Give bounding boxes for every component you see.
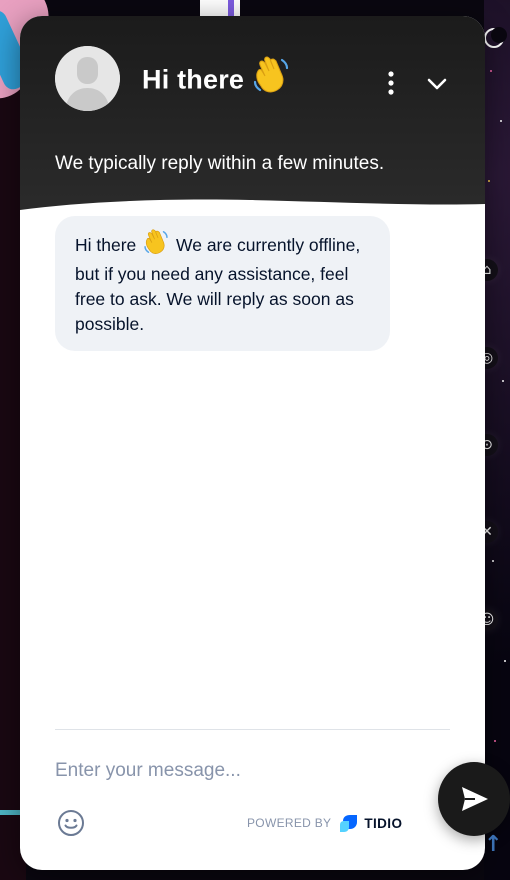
background-star bbox=[490, 70, 492, 72]
operator-message-bubble: Hi there We are currently offline, but i… bbox=[55, 216, 390, 351]
message-input[interactable] bbox=[55, 751, 395, 791]
header-wave-edge bbox=[20, 199, 485, 218]
smiley-icon bbox=[58, 810, 84, 836]
minimize-chat-button[interactable] bbox=[423, 68, 451, 98]
chat-widget: Hi there We typically reply within a few… bbox=[20, 16, 485, 870]
chat-title: Hi there bbox=[142, 56, 290, 101]
theme-moon-icon[interactable] bbox=[484, 27, 507, 48]
background-star bbox=[502, 380, 504, 382]
avatar bbox=[55, 46, 120, 111]
composer-divider bbox=[55, 729, 450, 730]
background-page-top bbox=[200, 0, 240, 16]
powered-by-label: POWERED BY bbox=[247, 816, 332, 830]
scroll-to-top-icon[interactable]: ↑ bbox=[484, 832, 502, 857]
background-star bbox=[500, 120, 502, 122]
send-message-button[interactable] bbox=[438, 762, 510, 836]
chat-header: Hi there We typically reply within a few… bbox=[20, 16, 485, 218]
waving-hand-icon bbox=[143, 229, 169, 262]
waving-hand-icon bbox=[252, 56, 290, 101]
send-icon bbox=[462, 787, 488, 811]
chevron-down-icon bbox=[427, 78, 447, 90]
background-star bbox=[488, 180, 490, 182]
message-list: Hi there We are currently offline, but i… bbox=[20, 216, 485, 726]
background-star bbox=[504, 660, 506, 662]
tidio-brand-name: TIDIO bbox=[364, 815, 403, 831]
background-star bbox=[492, 560, 494, 562]
chat-title-text: Hi there bbox=[142, 64, 245, 95]
background-accent-bar bbox=[228, 0, 234, 16]
powered-by-tidio[interactable]: POWERED BY TIDIO bbox=[247, 812, 402, 834]
emoji-picker-button[interactable] bbox=[57, 809, 85, 837]
avatar-placeholder-icon bbox=[55, 46, 120, 111]
more-vertical-icon bbox=[388, 71, 394, 95]
background-star bbox=[494, 740, 496, 742]
tidio-logo-icon bbox=[340, 815, 358, 832]
reply-time-note: We typically reply within a few minutes. bbox=[55, 153, 385, 174]
options-menu-button[interactable] bbox=[378, 68, 404, 98]
message-text-start: Hi there bbox=[75, 235, 137, 255]
